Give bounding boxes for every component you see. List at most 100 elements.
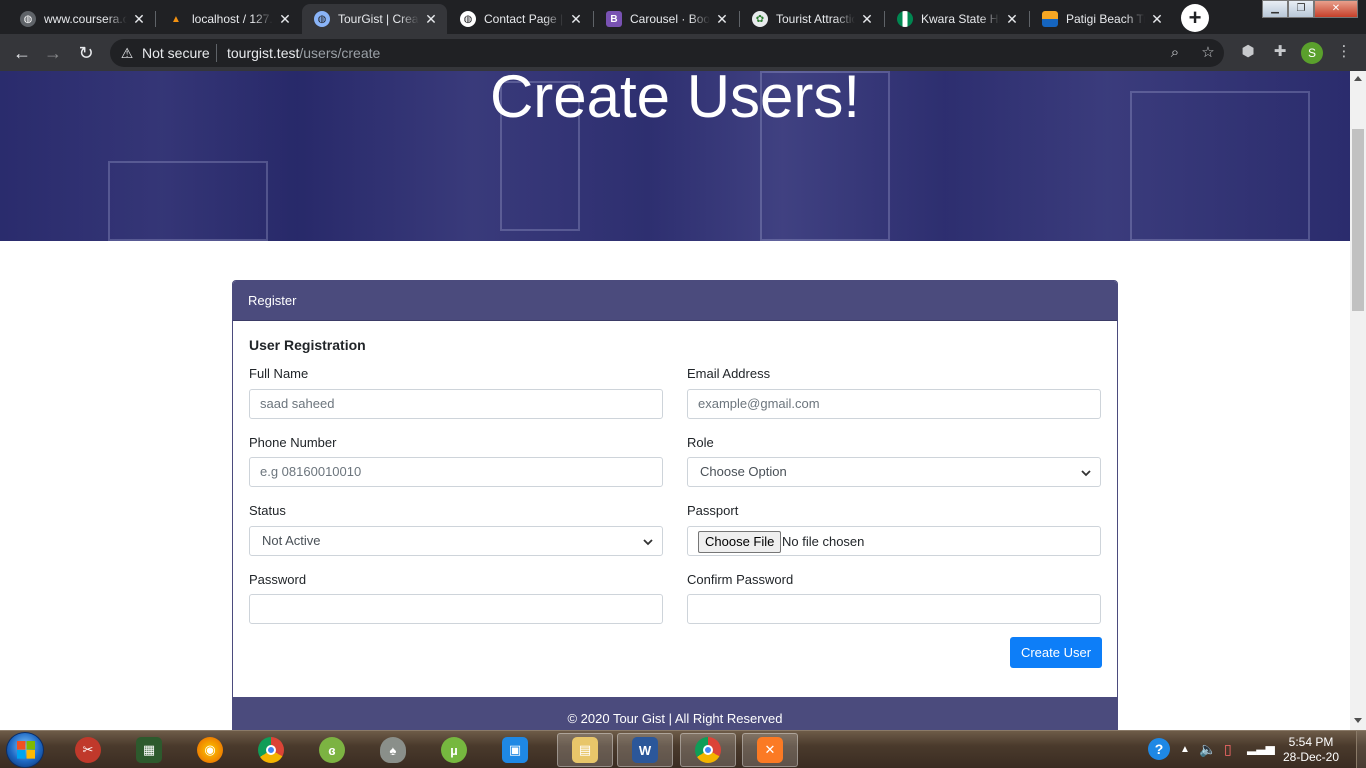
taskbar-word[interactable]: W xyxy=(617,733,673,767)
help-icon[interactable]: ? xyxy=(1148,738,1170,760)
network-error-icon[interactable]: ▯ xyxy=(1224,741,1232,758)
tab-patigi[interactable]: Patigi Beach Tr ✕ xyxy=(1030,4,1173,34)
window-close-button[interactable]: ✕ xyxy=(1314,0,1358,18)
passport-file-input[interactable]: Choose File No file chosen xyxy=(687,526,1101,556)
create-user-button[interactable]: Create User xyxy=(1010,637,1102,668)
taskbar-chrome[interactable] xyxy=(243,733,299,767)
email-input[interactable]: example@gmail.com xyxy=(687,389,1101,419)
tab-phpmyadmin[interactable]: ▲ localhost / 127.0.0.1 ✕ xyxy=(156,4,301,34)
globe-icon: ◍ xyxy=(314,11,330,27)
tab-tourist-attractions[interactable]: ✿ Tourist Attractions ✕ xyxy=(740,4,883,34)
password-input[interactable] xyxy=(249,594,663,624)
taskbar-leaf-app[interactable]: ♠ xyxy=(365,733,421,767)
hero-image-fireplace xyxy=(108,161,268,241)
profile-avatar[interactable]: S xyxy=(1301,42,1323,64)
show-desktop-button[interactable] xyxy=(1356,731,1366,768)
status-label: Status xyxy=(249,503,286,518)
taskbar-file-explorer[interactable]: ▤ xyxy=(557,733,613,767)
close-icon[interactable]: ✕ xyxy=(714,11,730,27)
warning-icon[interactable]: ⚠ xyxy=(119,45,135,61)
address-bar[interactable]: ⚠ Not secure tourgist.test/users/create … xyxy=(110,39,1224,67)
minimize-button[interactable]: ▁ xyxy=(1262,0,1288,18)
extension-cube-icon[interactable]: ⬢ xyxy=(1238,42,1258,62)
tab-title: Contact Page | xyxy=(484,12,564,26)
status-select[interactable]: Not Active xyxy=(249,526,663,556)
register-card: Register User Registration Full Name saa… xyxy=(232,280,1118,730)
close-icon[interactable]: ✕ xyxy=(568,11,584,27)
tab-tourgist[interactable]: ◍ TourGist | Create ✕ xyxy=(302,4,447,34)
xampp-icon: ✕ xyxy=(757,737,783,763)
choose-file-button[interactable]: Choose File xyxy=(698,531,782,553)
start-button[interactable] xyxy=(6,732,44,768)
page-scrollbar[interactable] xyxy=(1350,71,1366,730)
close-icon[interactable]: ✕ xyxy=(277,11,293,27)
tab-title: TourGist | Create xyxy=(338,12,419,26)
scroll-down-arrow[interactable] xyxy=(1354,718,1362,723)
tab-contact[interactable]: ◍ Contact Page | ✕ xyxy=(448,4,592,34)
tray-expand-icon[interactable]: ▲ xyxy=(1180,744,1190,755)
forward-button[interactable]: → xyxy=(40,40,66,66)
maximize-button[interactable]: ❐ xyxy=(1288,0,1314,18)
scrollbar-thumb[interactable] xyxy=(1352,129,1364,311)
window-controls: ▁ ❐ ✕ xyxy=(1262,0,1358,18)
tab-bootstrap[interactable]: B Carousel · Bootstrap ✕ xyxy=(594,4,738,34)
tab-coursera[interactable]: ◍ www.coursera.org ✕ xyxy=(8,4,155,34)
close-icon[interactable]: ✕ xyxy=(423,11,439,27)
taskbar-chrome-active[interactable] xyxy=(680,733,736,767)
close-icon[interactable]: ✕ xyxy=(1149,11,1165,27)
confirm-password-input[interactable] xyxy=(687,594,1101,624)
word-icon: W xyxy=(632,737,658,763)
folder-icon: ▤ xyxy=(572,737,598,763)
full-name-input[interactable]: saad saheed xyxy=(249,389,663,419)
menu-kebab-icon[interactable]: ⋮ xyxy=(1334,42,1354,62)
close-icon[interactable]: ✕ xyxy=(131,11,147,27)
chevron-down-icon xyxy=(643,539,653,546)
taskbar-virtualbox[interactable]: ▣ xyxy=(487,733,543,767)
password-label: Password xyxy=(249,572,307,587)
close-icon[interactable]: ✕ xyxy=(859,11,875,27)
globe-icon: ◍ xyxy=(20,11,36,27)
hero-banner: Create Users! xyxy=(0,71,1350,241)
windows-taskbar: ✂ ▦ ◉ ɞ ♠ µ ▣ ▤ W ✕ ? ▲ 🔈 ▯ ▂▃▅ 5:54 PM … xyxy=(0,730,1366,768)
url-text[interactable]: tourgist.test/users/create xyxy=(227,45,380,61)
windows-logo-icon xyxy=(17,741,35,759)
taskbar-chameleon[interactable]: ɞ xyxy=(304,733,360,767)
taskbar-xampp[interactable]: ✕ xyxy=(742,733,798,767)
beach-icon xyxy=(1042,11,1058,27)
new-tab-button[interactable]: + xyxy=(1181,4,1209,32)
passport-label: Passport xyxy=(687,503,739,518)
back-button[interactable]: ← xyxy=(9,40,35,66)
scroll-up-arrow[interactable] xyxy=(1354,76,1362,81)
signal-bars-icon[interactable]: ▂▃▅ xyxy=(1247,741,1275,755)
nigeria-flag-icon xyxy=(897,11,913,27)
volume-icon[interactable]: 🔈 xyxy=(1199,741,1216,758)
status-select-value: Not Active xyxy=(262,533,321,548)
extensions-puzzle-icon[interactable]: ✚ xyxy=(1270,42,1290,62)
system-clock[interactable]: 5:54 PM 28-Dec-20 xyxy=(1276,735,1346,765)
chrome-icon xyxy=(258,737,284,763)
attraction-icon: ✿ xyxy=(752,11,768,27)
chevron-down-icon xyxy=(1081,470,1091,477)
bookmark-star-icon[interactable]: ☆ xyxy=(1199,44,1217,62)
phone-label: Phone Number xyxy=(249,435,337,450)
device-manager-icon: ▦ xyxy=(136,737,162,763)
reload-button[interactable]: ↻ xyxy=(73,40,99,66)
close-icon[interactable]: ✕ xyxy=(1004,11,1020,27)
tab-title: localhost / 127.0.0.1 xyxy=(192,12,273,26)
tab-kwara[interactable]: Kwara State History ✕ xyxy=(885,4,1028,34)
taskbar-firefox[interactable]: ◉ xyxy=(182,733,238,767)
phone-input[interactable]: e.g 08160010010 xyxy=(249,457,663,487)
email-label: Email Address xyxy=(687,366,771,381)
zoom-icon[interactable]: ⌕ xyxy=(1166,44,1184,62)
taskbar-device-manager[interactable]: ▦ xyxy=(121,733,177,767)
scissors-icon: ✂ xyxy=(75,737,101,763)
full-name-label: Full Name xyxy=(249,366,309,381)
bootstrap-icon: B xyxy=(606,11,622,27)
taskbar-utorrent[interactable]: µ xyxy=(426,733,482,767)
security-label[interactable]: Not secure xyxy=(142,45,210,61)
role-select[interactable]: Choose Option xyxy=(687,457,1101,487)
taskbar-snipping-tool[interactable]: ✂ xyxy=(60,733,116,767)
tab-title: Kwara State History xyxy=(921,12,1000,26)
browser-toolbar: ← → ↻ ⚠ Not secure tourgist.test/users/c… xyxy=(0,34,1366,71)
url-host: tourgist.test xyxy=(227,45,300,61)
